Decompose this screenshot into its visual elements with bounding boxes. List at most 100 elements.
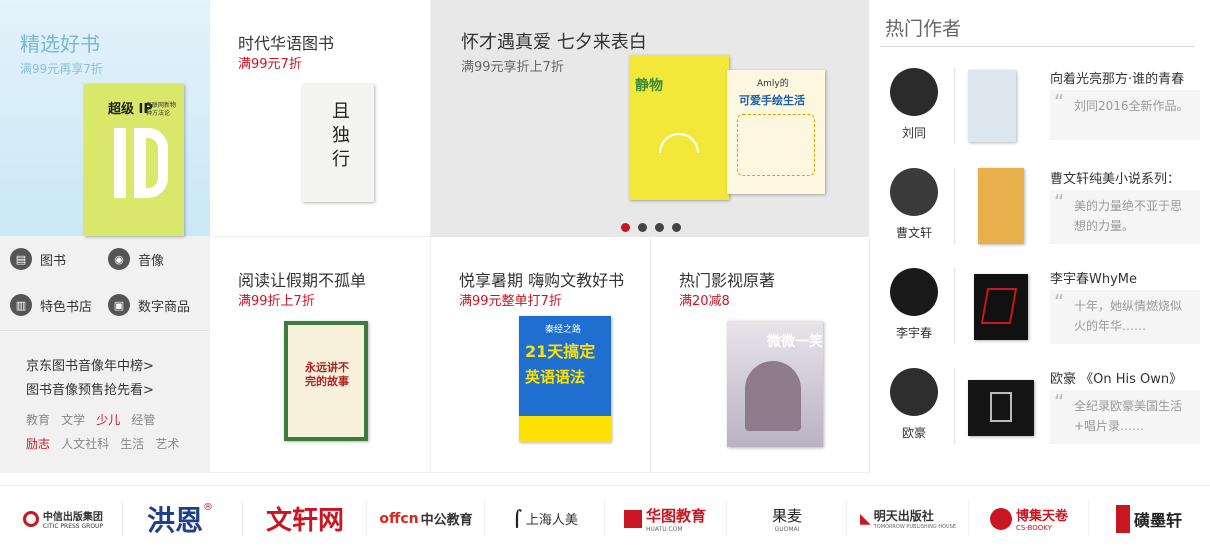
avatar[interactable] [890, 268, 938, 316]
category-audio[interactable]: ◉ 音像 [108, 248, 164, 270]
brand-name: 文轩网 [265, 506, 344, 536]
avatar[interactable] [890, 68, 938, 116]
renmei-logo-icon: ⌠ [512, 509, 522, 528]
author-quote: “ 刘同2016全新作品。 [1050, 90, 1200, 140]
carousel-dot-1[interactable] [621, 223, 630, 232]
category-digital[interactable]: ▣ 数字商品 [108, 294, 190, 316]
disc-icon: ◉ [108, 248, 130, 270]
cell-title: 阅读让假期不孤单 [238, 271, 367, 290]
tag-life[interactable]: 生活 [120, 437, 144, 451]
tag-education[interactable]: 教育 [26, 413, 50, 427]
brand-name: 洪恩 [146, 503, 203, 537]
tag-art[interactable]: 艺术 [155, 437, 179, 451]
carousel-banner[interactable]: 怀才遇真爱 七夕来表白 满99元享折上7折 静物 Amly的 可爱手绘生活 [431, 0, 869, 237]
author-card-caowenxuan[interactable]: 曹文轩 曹文轩纯美小说系列： “ 美的力量绝不亚于思想的力量。 [880, 160, 1200, 260]
brand-sub: GUOMAI [774, 525, 800, 533]
banner-title: 怀才遇真爱 七夕来表白 [461, 32, 647, 53]
author-quote: “ 全纪录欧豪美国生活+唱片录…… [1050, 390, 1200, 444]
tag-inspiration[interactable]: 励志 [26, 437, 50, 451]
link-presale[interactable]: 图书音像预售抢先看> [26, 379, 154, 398]
divider [954, 268, 955, 344]
quote-open-icon: “ [1054, 90, 1065, 114]
quote-text: 美的力量绝不亚于思想的力量。 [1074, 199, 1183, 233]
brand-momoxuan[interactable]: 磺墨轩 [1094, 496, 1204, 541]
carousel-dot-4[interactable] [672, 223, 681, 232]
book-cover[interactable]: 微微一笑 [727, 321, 823, 447]
author-book-title[interactable]: 李宇春WhyMe [1050, 268, 1137, 287]
link-annual-ranking[interactable]: 京东图书音像年中榜> [26, 355, 154, 374]
promo-cell-summer[interactable]: 悦享暑期 嗨购文教好书 满99元整单打7折 秦经之路 21天搞定 英语语法 [431, 237, 651, 473]
author-book-cover[interactable] [968, 70, 1016, 142]
divider [954, 68, 955, 144]
tag-humanities[interactable]: 人文社科 [61, 437, 109, 451]
cell-subtitle: 满99元7折 [238, 57, 302, 72]
banner-book-b[interactable]: Amly的 可爱手绘生活 [727, 70, 825, 194]
author-card-liutong[interactable]: 刘同 向着光亮那方·谁的青春 “ 刘同2016全新作品。 [880, 60, 1200, 160]
avatar[interactable] [890, 368, 938, 416]
sun-graphic [659, 133, 699, 153]
carousel-dot-2[interactable] [638, 223, 647, 232]
banner-book-a[interactable]: 静物 [629, 55, 729, 200]
category-label: 图书 [40, 253, 67, 269]
momoxuan-seal-icon [1115, 504, 1130, 533]
divider [366, 500, 367, 536]
cell-title: 时代华语图书 [238, 34, 335, 53]
brand-name: 中信出版集团 [42, 511, 103, 523]
author-book-cover[interactable] [978, 168, 1024, 244]
book-icon: ▤ [10, 248, 32, 270]
author-name[interactable]: 刘同 [884, 124, 944, 141]
divider [0, 330, 210, 331]
tag-row-2: 励志 人文社科 生活 艺术 [26, 433, 185, 452]
book-cover[interactable]: 永远讲不完的故事 [284, 321, 368, 441]
category-books[interactable]: ▤ 图书 [10, 248, 66, 270]
author-name[interactable]: 欧豪 [884, 424, 944, 441]
huatu-logo-icon [623, 509, 642, 528]
book-cover[interactable]: 秦经之路 21天搞定 英语语法 [519, 316, 611, 442]
avatar[interactable] [890, 168, 938, 216]
promo-area[interactable]: 精选好书 满99元再享7折 超级 IP 互联网新物种方法论 [0, 0, 210, 236]
album-art [980, 288, 1018, 324]
brand-offcn[interactable]: offcn 中公教育 [372, 496, 480, 541]
promo-cell-film[interactable]: 热门影视原著 满20减8 微微一笑 [651, 237, 870, 473]
brand-hongen[interactable]: 洪恩 ® [130, 496, 230, 541]
brand-bojitianjuan[interactable]: 博集天卷 CS-BOOKY [974, 496, 1084, 541]
book-cover-title: 微微一笑 [767, 334, 823, 350]
author-name[interactable]: 曹文轩 [884, 224, 944, 241]
bojitianjuan-logo-icon [989, 507, 1012, 530]
category-featured-store[interactable]: ▥ 特色书店 [10, 294, 92, 316]
author-book-title[interactable]: 欧豪 《On His Own》 [1050, 368, 1182, 387]
tag-literature[interactable]: 文学 [61, 413, 85, 427]
tag-business[interactable]: 经管 [131, 413, 155, 427]
brand-tomorrow[interactable]: ◣ 明天出版社 TOMORROW PUBLISHING HOUSE [852, 496, 964, 541]
promo-cell-shidai[interactable]: 时代华语图书 满99元7折 且 独行 [210, 0, 431, 237]
brand-guomai[interactable]: 果麦 GUOMAI [732, 496, 842, 541]
quote-open-icon: “ [1054, 190, 1065, 214]
author-name[interactable]: 李宇春 [884, 324, 944, 341]
author-quote: “ 十年，她纵情燃烧似火的年华…… [1050, 290, 1200, 344]
cover-stripe [519, 416, 611, 442]
author-card-liyuchun[interactable]: 李宇春 李宇春WhyMe “ 十年，她纵情燃烧似火的年华…… [880, 260, 1200, 360]
category-label: 音像 [138, 253, 165, 269]
brand-name: 明天出版社 [873, 509, 934, 523]
author-book-cover[interactable] [974, 274, 1028, 340]
brand-name: 上海人美 [525, 513, 578, 528]
author-book-cover[interactable] [968, 380, 1034, 436]
promo-book-cover[interactable]: 超级 IP 互联网新物种方法论 [84, 84, 184, 236]
promo-cell-reading[interactable]: 阅读让假期不孤单 满99折上7折 永远讲不完的故事 [210, 237, 431, 473]
brand-shanghai-renmei[interactable]: ⌠ 上海人美 [490, 496, 600, 541]
banner-subtitle: 满99元享折上7折 [461, 60, 564, 75]
cover-figures [745, 361, 801, 431]
carousel-dot-3[interactable] [655, 223, 664, 232]
divider [1088, 500, 1089, 536]
author-book-title[interactable]: 向着光亮那方·谁的青春 [1050, 68, 1184, 87]
book-cover[interactable]: 且 独行 [302, 84, 374, 202]
hot-authors-panel: 热门作者 刘同 向着光亮那方·谁的青春 “ 刘同2016全新作品。 曹文轩 曹文… [870, 0, 1210, 473]
brand-wenxuan[interactable]: 文轩网 [250, 496, 360, 541]
brand-citic[interactable]: 中信出版集团 CITIC PRESS GROUP [8, 496, 118, 541]
author-book-title[interactable]: 曹文轩纯美小说系列： [1050, 168, 1180, 187]
brand-huatu[interactable]: 华图教育 HUATU.COM [610, 496, 720, 541]
book-cover-title: 且 独行 [332, 101, 350, 170]
tag-children[interactable]: 少儿 [96, 413, 120, 427]
quote-text: 刘同2016全新作品。 [1074, 99, 1189, 113]
author-card-ouhao[interactable]: 欧豪 欧豪 《On His Own》 “ 全纪录欧豪美国生活+唱片录…… [880, 360, 1200, 460]
